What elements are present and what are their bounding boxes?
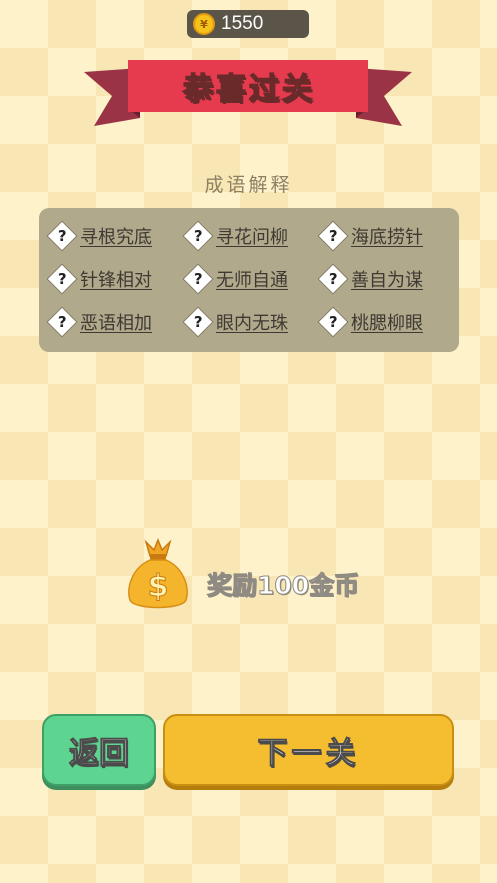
idiom-item[interactable]: ? 寻根究底 <box>46 220 152 252</box>
idiom-item[interactable]: ? 海底捞针 <box>317 220 423 252</box>
idiom-text: 善自为谋 <box>351 270 423 291</box>
idiom-item[interactable]: ? 寻花问柳 <box>182 220 288 252</box>
idiom-item[interactable]: ? 恶语相加 <box>46 306 152 338</box>
question-icon: ? <box>46 220 78 252</box>
next-level-button[interactable]: 下一关 <box>163 714 454 786</box>
coin-count: 1550 <box>221 13 264 34</box>
idiom-text: 海底捞针 <box>351 227 423 248</box>
question-icon: ? <box>182 263 214 295</box>
section-title: 成语解释 <box>204 174 293 196</box>
money-bag-icon: $ <box>128 537 188 609</box>
idiom-text: 针锋相对 <box>80 270 152 291</box>
reward-text: 奖励100金币 <box>206 571 360 601</box>
question-icon: ? <box>317 306 349 338</box>
coin-icon: ¥ <box>193 13 215 35</box>
question-icon: ? <box>317 220 349 252</box>
idiom-item[interactable]: ? 眼内无珠 <box>182 306 288 338</box>
idiom-item[interactable]: ? 针锋相对 <box>46 263 152 295</box>
question-icon: ? <box>182 220 214 252</box>
idiom-text: 寻花问柳 <box>216 227 288 248</box>
idiom-text: 寻根究底 <box>80 227 152 248</box>
question-icon: ? <box>46 263 78 295</box>
idiom-item[interactable]: ? 桃腮柳眼 <box>317 306 423 338</box>
idiom-text: 恶语相加 <box>80 313 152 334</box>
idiom-panel: ? 寻根究底 ? 寻花问柳 ? 海底捞针 ? 针锋相对 ? 无师自通 ? 善自为… <box>39 208 459 352</box>
idiom-item[interactable]: ? 善自为谋 <box>317 263 423 295</box>
coin-counter: ¥ 1550 <box>187 10 309 38</box>
back-button[interactable]: 返回 <box>42 714 156 786</box>
svg-text:$: $ <box>148 569 169 604</box>
idiom-text: 桃腮柳眼 <box>351 313 423 334</box>
idiom-text: 无师自通 <box>216 270 288 291</box>
idiom-text: 眼内无珠 <box>216 313 288 334</box>
question-icon: ? <box>46 306 78 338</box>
question-icon: ? <box>182 306 214 338</box>
question-icon: ? <box>317 263 349 295</box>
congrats-title: 恭喜过关 <box>182 71 315 108</box>
idiom-item[interactable]: ? 无师自通 <box>182 263 288 295</box>
